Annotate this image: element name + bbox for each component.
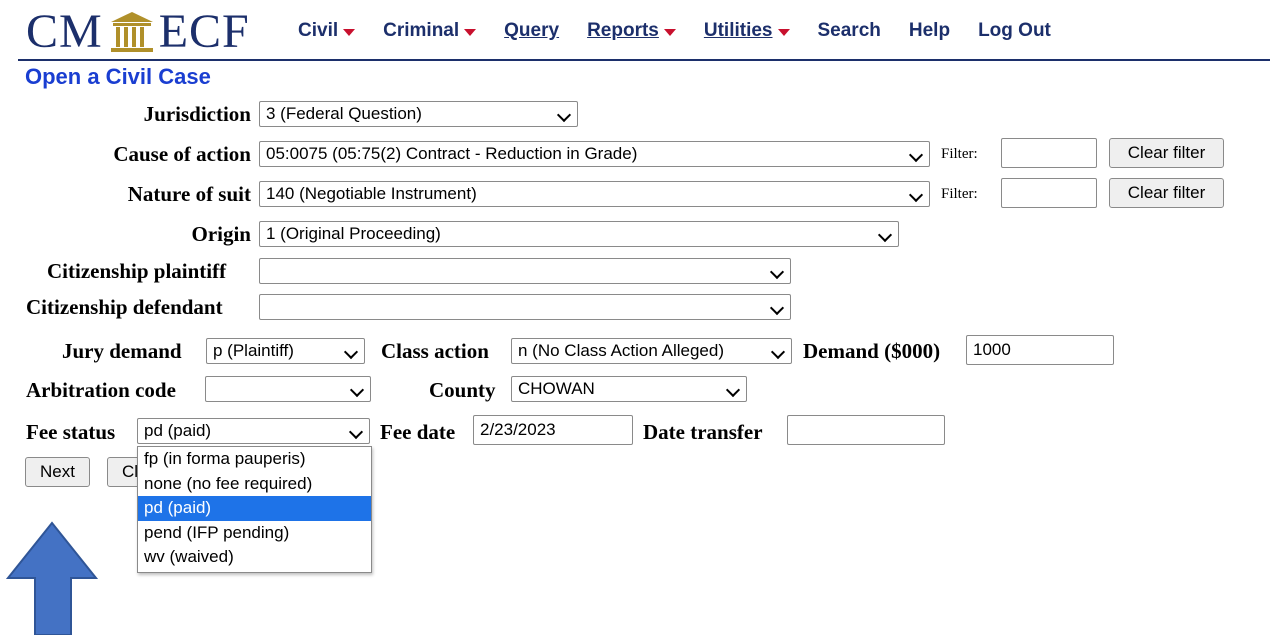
citizenship-defendant-label: Citizenship defendant: [26, 295, 223, 319]
chevron-down-icon: [725, 382, 741, 398]
menu-search[interactable]: Search: [818, 20, 881, 42]
date-transfer-input[interactable]: [787, 415, 945, 445]
menu-query[interactable]: Query: [504, 20, 559, 42]
demand-input[interactable]: 1000: [966, 335, 1114, 365]
chevron-down-icon: [349, 382, 365, 398]
jury-demand-select[interactable]: p (Plaintiff): [206, 338, 365, 364]
county-label: County: [429, 378, 496, 402]
nature-filter-input[interactable]: [1001, 178, 1097, 208]
origin-select[interactable]: 1 (Original Proceeding): [259, 221, 899, 247]
chevron-down-icon: [769, 264, 785, 280]
chevron-down-icon: [343, 29, 356, 36]
arbitration-code-select[interactable]: [205, 376, 371, 402]
next-button[interactable]: Next: [25, 457, 90, 487]
citizenship-plaintiff-select[interactable]: [259, 258, 791, 284]
jury-demand-label: Jury demand: [62, 339, 182, 363]
fee-status-label: Fee status: [26, 420, 116, 444]
cause-of-action-label: Cause of action: [113, 142, 251, 166]
logo-text-cm: CM: [26, 5, 103, 58]
nature-clear-filter-button[interactable]: Clear filter: [1109, 178, 1224, 208]
chevron-down-icon: [348, 424, 364, 440]
cause-filter-input[interactable]: [1001, 138, 1097, 168]
chevron-down-icon: [777, 29, 790, 36]
date-transfer-label: Date transfer: [643, 420, 763, 444]
header-divider: [18, 59, 1270, 61]
class-action-label: Class action: [381, 339, 489, 363]
cause-of-action-select[interactable]: 05:0075 (05:75(2) Contract - Reduction i…: [259, 141, 930, 167]
nature-filter-label: Filter:: [941, 186, 978, 202]
fee-status-select[interactable]: pd (paid): [137, 418, 370, 444]
fee-date-label: Fee date: [380, 420, 456, 444]
county-select[interactable]: CHOWAN: [511, 376, 747, 402]
fee-status-option[interactable]: wv (waived): [138, 545, 371, 570]
class-action-select[interactable]: n (No Class Action Alleged): [511, 338, 792, 364]
main-menu: Civil Criminal Query Reports Utilities S…: [298, 16, 1079, 46]
chevron-down-icon: [343, 344, 359, 360]
chevron-down-icon: [877, 227, 893, 243]
fee-date-input[interactable]: 2/23/2023: [473, 415, 633, 445]
menu-help[interactable]: Help: [909, 20, 950, 42]
chevron-down-icon: [908, 147, 924, 163]
fee-status-option[interactable]: fp (in forma pauperis): [138, 447, 371, 472]
cause-filter-label: Filter:: [941, 146, 978, 162]
arbitration-code-label: Arbitration code: [26, 378, 176, 402]
logo-text-ecf: ECF: [158, 5, 250, 58]
citizenship-plaintiff-label: Citizenship plaintiff: [47, 259, 227, 283]
cause-clear-filter-button[interactable]: Clear filter: [1109, 138, 1224, 168]
menu-reports[interactable]: Reports: [587, 20, 676, 42]
courthouse-icon: [110, 12, 153, 52]
cmecf-logo: CM ECF: [26, 4, 250, 60]
nature-of-suit-label: Nature of suit: [127, 182, 251, 206]
chevron-down-icon: [663, 29, 676, 36]
menu-civil[interactable]: Civil: [298, 20, 356, 42]
chevron-down-icon: [908, 187, 924, 203]
fee-status-option[interactable]: none (no fee required): [138, 472, 371, 497]
origin-label: Origin: [191, 222, 251, 246]
menu-logout[interactable]: Log Out: [978, 20, 1051, 42]
citizenship-defendant-select[interactable]: [259, 294, 791, 320]
page-title: Open a Civil Case: [25, 64, 211, 89]
menu-utilities[interactable]: Utilities: [704, 20, 790, 42]
fee-status-dropdown-list: fp (in forma pauperis) none (no fee requ…: [137, 446, 372, 573]
jurisdiction-label: Jurisdiction: [143, 102, 251, 126]
menu-criminal[interactable]: Criminal: [383, 20, 477, 42]
fee-status-option-selected[interactable]: pd (paid): [138, 496, 371, 521]
demand-label: Demand ($000): [803, 339, 941, 363]
nature-of-suit-select[interactable]: 140 (Negotiable Instrument): [259, 181, 930, 207]
up-arrow-icon: [5, 521, 99, 635]
chevron-down-icon: [769, 300, 785, 316]
chevron-down-icon: [556, 107, 572, 123]
fee-status-option[interactable]: pend (IFP pending): [138, 521, 371, 546]
jurisdiction-select[interactable]: 3 (Federal Question): [259, 101, 578, 127]
chevron-down-icon: [770, 344, 786, 360]
chevron-down-icon: [464, 29, 477, 36]
